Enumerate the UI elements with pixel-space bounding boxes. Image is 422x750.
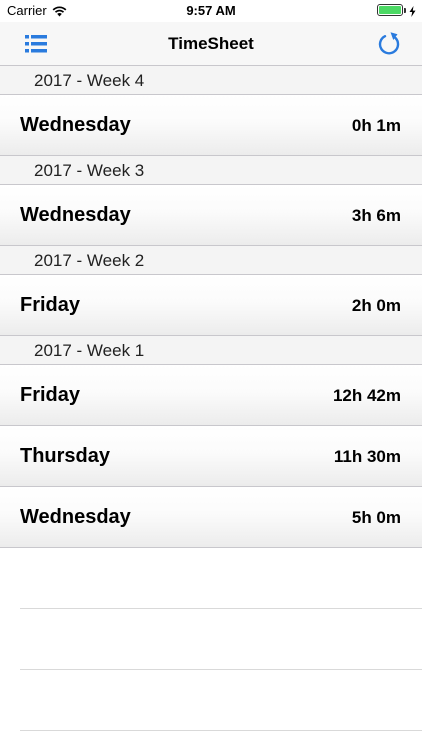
timesheet-list: 2017 - Week 4 Wednesday 0h 1m 2017 - Wee…	[0, 66, 422, 731]
page-title: TimeSheet	[168, 34, 254, 53]
section-header-label: 2017 - Week 3	[34, 161, 145, 180]
day-row[interactable]: Wednesday 5h 0m	[0, 487, 422, 548]
status-bar: Carrier 9:57 AM	[0, 0, 422, 22]
day-label: Wednesday	[20, 204, 131, 226]
day-label: Thursday	[20, 445, 111, 467]
day-label: Friday	[20, 384, 81, 406]
section-header-label: 2017 - Week 4	[34, 71, 145, 90]
day-label: Wednesday	[20, 114, 131, 136]
status-time: 9:57 AM	[186, 3, 236, 18]
day-row[interactable]: Friday 12h 42m	[0, 365, 422, 426]
day-row[interactable]: Thursday 11h 30m	[0, 426, 422, 487]
battery-level	[379, 6, 401, 14]
battery-nub	[404, 7, 406, 13]
hours-value: 5h 0m	[351, 508, 401, 527]
hours-value: 11h 30m	[333, 447, 401, 466]
refresh-icon	[378, 32, 400, 55]
status-right	[377, 4, 416, 17]
section-header-week-1: 2017 - Week 1	[0, 336, 422, 365]
empty-row	[20, 548, 422, 609]
charging-bolt-icon	[409, 5, 416, 17]
section-header-label: 2017 - Week 1	[34, 341, 145, 360]
empty-row	[20, 609, 422, 670]
hours-value: 12h 42m	[332, 386, 401, 405]
day-row[interactable]: Wednesday 0h 1m	[0, 95, 422, 156]
hours-value: 0h 1m	[351, 116, 401, 135]
hours-value: 3h 6m	[351, 206, 401, 225]
battery-icon	[377, 4, 403, 16]
day-label: Friday	[20, 294, 81, 316]
navigation-bar: TimeSheet	[0, 22, 422, 66]
section-header-week-3: 2017 - Week 3	[0, 156, 422, 185]
section-header-label: 2017 - Week 2	[34, 251, 145, 270]
refresh-button[interactable]	[376, 30, 402, 58]
section-header-week-2: 2017 - Week 2	[0, 246, 422, 275]
day-row[interactable]: Wednesday 3h 6m	[0, 185, 422, 246]
empty-row	[20, 670, 422, 731]
section-header-week-4: 2017 - Week 4	[0, 66, 422, 95]
day-row[interactable]: Friday 2h 0m	[0, 275, 422, 336]
day-label: Wednesday	[20, 506, 131, 528]
hours-value: 2h 0m	[351, 296, 401, 315]
